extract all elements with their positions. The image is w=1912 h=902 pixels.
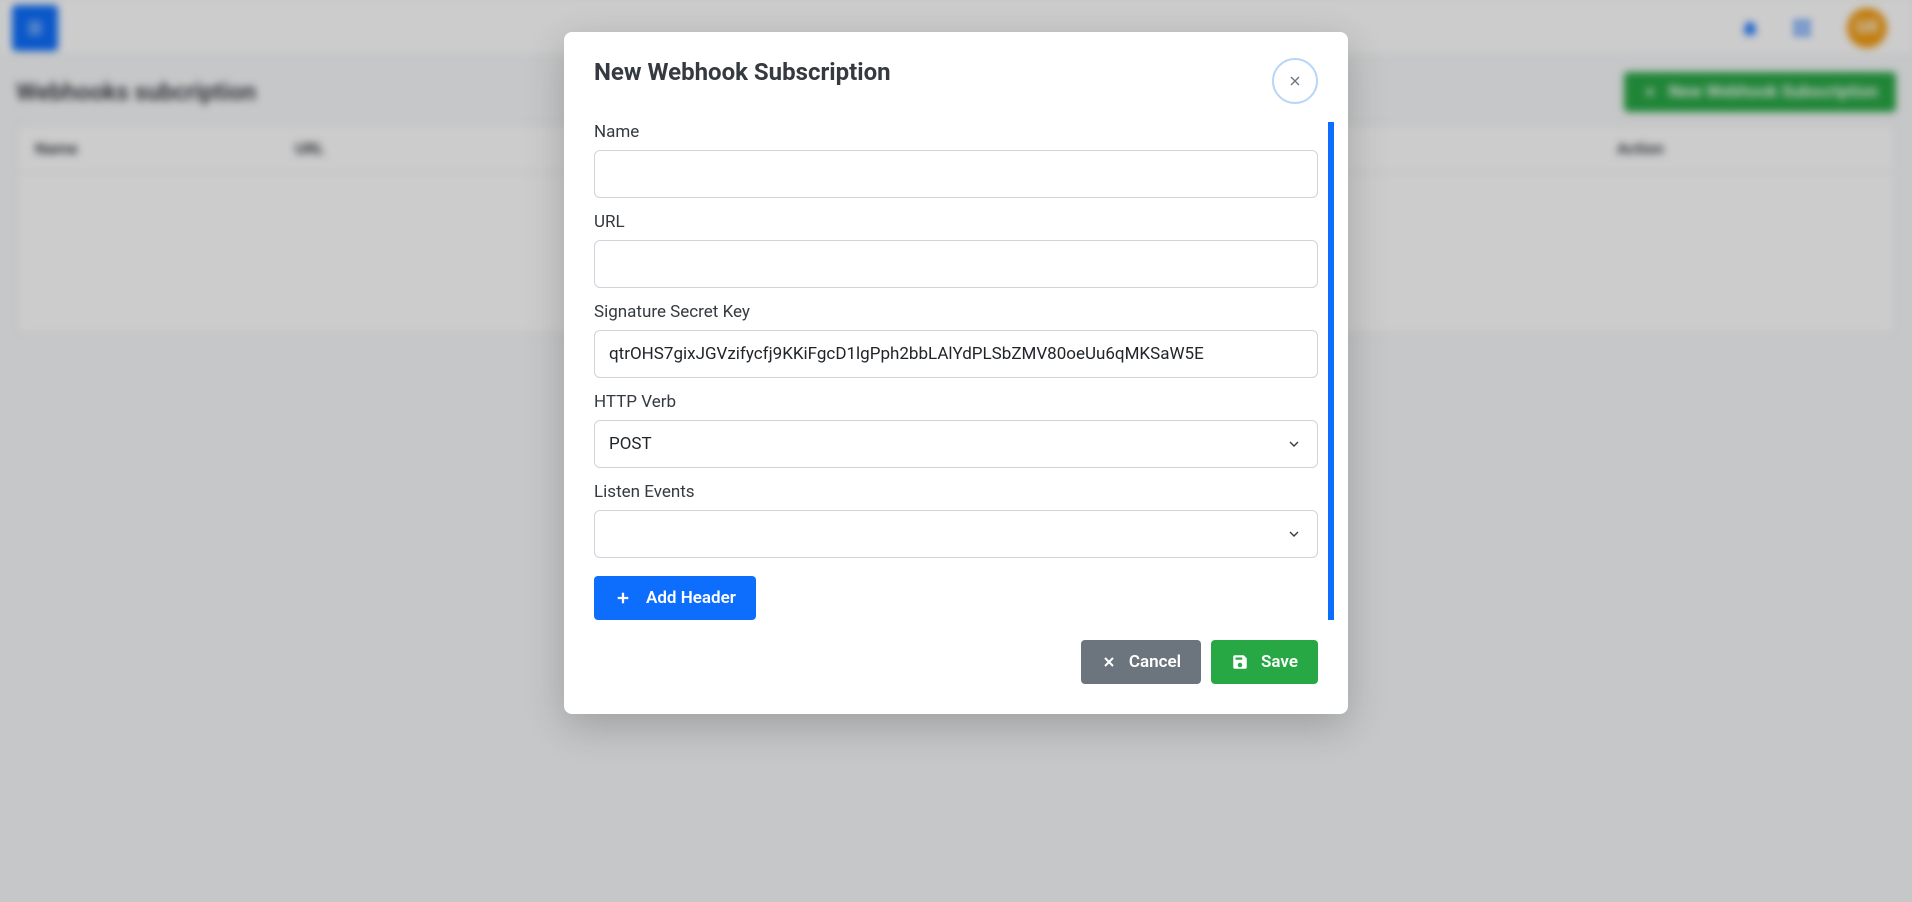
http-verb-select[interactable] [594,420,1318,468]
cancel-label: Cancel [1129,652,1181,672]
save-button[interactable]: Save [1211,640,1318,684]
listen-events-label: Listen Events [594,482,1318,502]
http-verb-label: HTTP Verb [594,392,1318,412]
close-button[interactable] [1272,58,1318,104]
modal-title: New Webhook Subscription [594,58,891,86]
url-label: URL [594,212,1318,232]
listen-events-select[interactable] [594,510,1318,558]
signature-label: Signature Secret Key [594,302,1318,322]
cancel-button[interactable]: Cancel [1081,640,1201,684]
save-label: Save [1261,652,1298,672]
add-header-button[interactable]: Add Header [594,576,756,620]
close-icon [1101,654,1117,670]
add-header-label: Add Header [646,588,736,608]
plus-icon [614,589,632,607]
close-icon [1287,73,1303,89]
save-icon [1231,653,1249,671]
name-input[interactable] [594,150,1318,198]
new-webhook-modal: New Webhook Subscription Name URL Signat… [564,32,1348,714]
url-input[interactable] [594,240,1318,288]
name-label: Name [594,122,1318,142]
signature-input[interactable] [594,330,1318,378]
